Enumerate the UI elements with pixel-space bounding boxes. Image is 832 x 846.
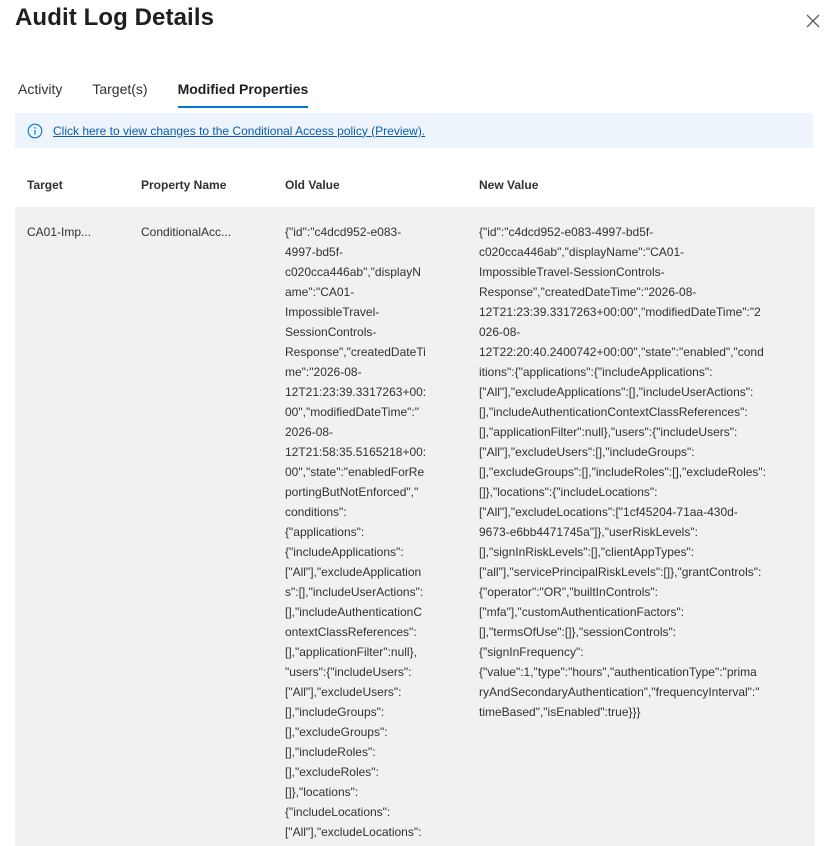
tab-bar: Activity Target(s) Modified Properties [18, 80, 338, 108]
value-line: conditions": [285, 505, 347, 519]
value-line: [],"excludeGroups":[],"includeRoles":[],… [479, 465, 767, 479]
value-line: [],"includeAuthenticationC [285, 605, 423, 619]
value-line: ["All"],"excludeLocations":["1cf45204-71… [479, 505, 738, 519]
close-icon [806, 14, 820, 28]
column-header-old-value: Old Value [285, 178, 340, 192]
value-line: ["All"],"excludeApplications":[],"includ… [479, 385, 754, 399]
value-line: [],"includeAuthenticationContextClassRef… [479, 405, 748, 419]
table-row[interactable]: CA01-Imp... ConditionalAcc... {"id":"c4d… [15, 207, 815, 846]
value-line: ImpossibleTravel- [285, 305, 380, 319]
value-line: c020cca446ab","displayN [285, 265, 421, 279]
value-line: ["All"],"excludeUsers": [285, 685, 402, 699]
value-line: 12T21:23:39.3317263+00: [285, 385, 427, 399]
value-line: 12T21:58:35.5165218+00: [285, 445, 427, 459]
value-line: ["All"],"excludeApplication [285, 565, 422, 579]
column-header-property-name: Property Name [141, 178, 227, 192]
value-line: [],"excludeGroups": [285, 725, 388, 739]
value-line: {"operator":"OR","builtInControls": [479, 585, 658, 599]
value-line: 026-08- [479, 325, 521, 339]
value-line: me":"2026-08- [285, 365, 362, 379]
value-line: ["All"],"excludeLocations": [285, 825, 422, 839]
value-line: ["mfa"],"customAuthenticationFactors": [479, 605, 685, 619]
value-line: portingButNotEnforced"," [285, 485, 419, 499]
new-value-cell: {"id":"c4dcd952-e083-4997-bd5f-c020cca44… [479, 222, 789, 722]
close-button[interactable] [804, 12, 822, 30]
audit-log-details-panel: Audit Log Details Activity Target(s) Mod… [0, 0, 832, 846]
column-header-new-value: New Value [479, 178, 539, 192]
value-line: ontextClassReferences": [285, 625, 417, 639]
target-cell: CA01-Imp... [27, 225, 92, 239]
column-header-target: Target [27, 178, 63, 192]
value-line: {"value":1,"type":"hours","authenticatio… [479, 665, 757, 679]
value-line: 2026-08- [285, 425, 334, 439]
tab-targets[interactable]: Target(s) [92, 80, 147, 105]
value-line: 12T22:20:40.2400742+00:00","state":"enab… [479, 345, 764, 359]
info-icon [27, 123, 43, 138]
value-line: [],"applicationFilter":null}, [285, 645, 417, 659]
value-line: [],"applicationFilter":null},"users":{"i… [479, 425, 738, 439]
value-line: "users":{"includeUsers": [285, 665, 412, 679]
value-line: {"signInFrequency": [479, 645, 584, 659]
value-line: [],"termsOfUse":[]},"sessionControls": [479, 625, 677, 639]
value-line: Response","createdDateTime":"2026-08- [479, 285, 697, 299]
value-line: 4997-bd5f- [285, 245, 344, 259]
property-name-cell: ConditionalAcc... [141, 225, 232, 239]
tab-modified-properties[interactable]: Modified Properties [177, 80, 308, 108]
value-line: ame":"CA01- [285, 285, 355, 299]
value-line: ryAndSecondaryAuthentication","frequency… [479, 685, 760, 699]
tab-activity[interactable]: Activity [18, 80, 62, 105]
value-line: ["All"],"excludeUsers":[],"includeGroups… [479, 445, 695, 459]
value-line: 9673-e6bb4471745a"]},"userRiskLevels": [479, 525, 698, 539]
view-ca-policy-changes-link[interactable]: Click here to view changes to the Condit… [53, 124, 425, 138]
value-line: [],"excludeRoles": [285, 765, 379, 779]
value-line: SessionControls- [285, 325, 377, 339]
value-line: Response","createdDateTi [285, 345, 426, 359]
value-line: ImpossibleTravel-SessionControls- [479, 265, 665, 279]
value-line: ["all"],"servicePrincipalRiskLevels":[]}… [479, 565, 762, 579]
table-header: Target Property Name Old Value New Value [15, 168, 815, 202]
value-line: s":[],"includeUserActions": [285, 585, 424, 599]
info-banner: Click here to view changes to the Condit… [15, 113, 813, 148]
value-line: [],"includeGroups": [285, 705, 385, 719]
value-line: {"id":"c4dcd952-e083-4997-bd5f- [479, 225, 654, 239]
value-line: timeBased","isEnabled":true}}} [479, 705, 641, 719]
value-line: 12T21:23:39.3317263+00:00","modifiedDate… [479, 305, 761, 319]
value-line: [],"signInRiskLevels":[],"clientAppTypes… [479, 545, 695, 559]
value-line: itions":{"applications":{"includeApplica… [479, 365, 713, 379]
page-title: Audit Log Details [15, 4, 215, 31]
value-line: {"id":"c4dcd952-e083- [285, 225, 402, 239]
value-line: {"includeLocations": [285, 805, 391, 819]
old-value-cell: {"id":"c4dcd952-e083- 4997-bd5f-c020cca44… [285, 222, 437, 846]
value-line: []},"locations": [285, 785, 359, 799]
value-line: []},"locations":{"includeLocations": [479, 485, 658, 499]
value-line: {"applications": [285, 525, 365, 539]
value-line: {"includeApplications": [285, 545, 404, 559]
value-line: 00","modifiedDateTime":" [285, 405, 419, 419]
value-line: [],"includeRoles": [285, 745, 376, 759]
value-line: 00","state":"enabledForRe [285, 465, 425, 479]
value-line: c020cca446ab","displayName":"CA01- [479, 245, 685, 259]
value-line: ["1cf45204-71aa-430d- [285, 842, 437, 846]
